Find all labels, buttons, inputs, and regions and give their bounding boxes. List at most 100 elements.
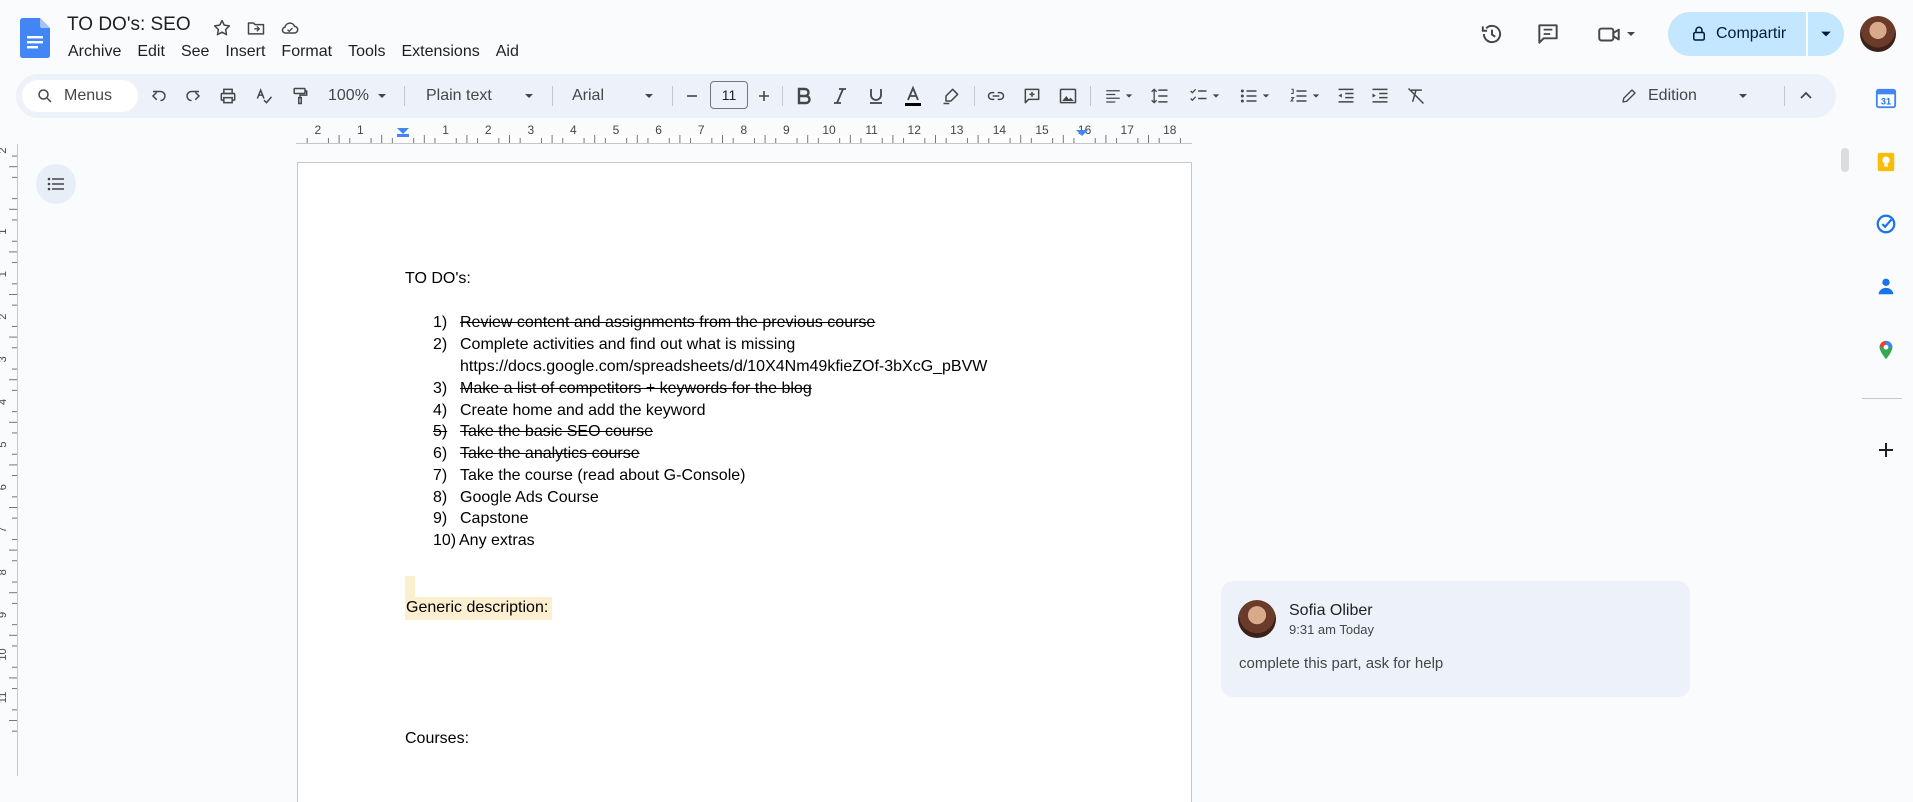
cloud-status-icon[interactable] bbox=[278, 16, 302, 40]
add-comment-button[interactable] bbox=[1018, 80, 1046, 112]
vruler-number: 1 bbox=[0, 228, 9, 234]
menu-insert[interactable]: Insert bbox=[217, 42, 273, 62]
vruler-number: 2 bbox=[0, 314, 9, 320]
calendar-app-button[interactable]: 31 bbox=[1870, 82, 1902, 114]
menu-extensions[interactable]: Extensions bbox=[393, 42, 487, 62]
underline-button[interactable] bbox=[862, 80, 890, 112]
docs-logo-icon[interactable] bbox=[20, 18, 50, 58]
italic-button[interactable] bbox=[826, 80, 854, 112]
decrease-indent-button[interactable] bbox=[1332, 80, 1360, 112]
maps-app-button[interactable] bbox=[1870, 334, 1902, 366]
insert-image-button[interactable] bbox=[1054, 80, 1082, 112]
ruler-number: 10 bbox=[822, 124, 836, 137]
list-text: Make a list of competitors + keywords fo… bbox=[460, 380, 812, 397]
document-outline-button[interactable] bbox=[36, 164, 76, 204]
spellcheck-icon bbox=[256, 88, 273, 104]
tasks-app-button[interactable] bbox=[1870, 208, 1902, 240]
vertical-scrollbar-thumb[interactable] bbox=[1841, 148, 1849, 172]
account-avatar[interactable] bbox=[1860, 16, 1896, 52]
list-text: Review content and assignments from the … bbox=[460, 314, 876, 331]
numbered-list-button[interactable] bbox=[1282, 80, 1326, 112]
list-text: Create home and add the keyword bbox=[460, 402, 706, 419]
paint-format-button[interactable] bbox=[286, 80, 314, 112]
keep-app-button[interactable] bbox=[1870, 146, 1902, 178]
print-button[interactable] bbox=[214, 80, 242, 112]
paragraph-style-value: Plain text bbox=[426, 87, 492, 104]
menu-tools[interactable]: Tools bbox=[340, 42, 393, 62]
ruler-number: 9 bbox=[783, 124, 790, 137]
list-number: 7) bbox=[433, 467, 448, 484]
open-comments-button[interactable] bbox=[1532, 14, 1564, 54]
underline-icon bbox=[870, 89, 882, 104]
list-text: Any extras bbox=[459, 532, 535, 549]
vruler-number: 4 bbox=[0, 399, 9, 405]
undo-button[interactable] bbox=[146, 80, 172, 112]
doc-heading[interactable]: TO DO's: bbox=[405, 270, 471, 288]
get-addons-button[interactable] bbox=[1870, 434, 1902, 466]
chevron-down-icon bbox=[377, 94, 386, 98]
comment-author: Sofia Oliber bbox=[1289, 602, 1373, 619]
clear-formatting-button[interactable] bbox=[1402, 80, 1430, 112]
menu-archive[interactable]: Archive bbox=[60, 42, 129, 62]
chevron-down-icon bbox=[1739, 94, 1747, 98]
vertical-ruler[interactable]: 211234567891011 bbox=[0, 144, 18, 776]
increase-font-size-button[interactable] bbox=[752, 80, 776, 112]
bold-button[interactable] bbox=[790, 80, 818, 112]
bulleted-list-button[interactable] bbox=[1232, 80, 1276, 112]
line-spacing-button[interactable] bbox=[1146, 80, 1174, 112]
checklist-icon bbox=[1189, 88, 1206, 102]
decrease-font-size-button[interactable] bbox=[680, 80, 704, 112]
menu-see[interactable]: See bbox=[173, 42, 217, 62]
horizontal-ruler[interactable]: 21123456789101112131415161718 bbox=[296, 124, 1192, 144]
paragraph-style-select[interactable]: Plain text bbox=[414, 80, 544, 112]
menu-format[interactable]: Format bbox=[273, 42, 340, 62]
search-menus-input[interactable]: Menus bbox=[22, 80, 138, 112]
increase-indent-button[interactable] bbox=[1366, 80, 1394, 112]
vruler-number: 10 bbox=[0, 648, 9, 660]
comment-card[interactable] bbox=[1221, 581, 1690, 697]
ruler-number: 5 bbox=[613, 124, 620, 137]
star-icon[interactable] bbox=[210, 16, 234, 40]
bold-icon bbox=[797, 87, 811, 105]
zoom-value: 100% bbox=[328, 87, 369, 104]
ruler-number: 14 bbox=[993, 124, 1007, 137]
paint-roller-icon bbox=[293, 87, 308, 105]
text-color-button[interactable] bbox=[898, 80, 928, 112]
version-history-button[interactable] bbox=[1476, 14, 1508, 54]
vruler-number: 2 bbox=[0, 148, 9, 154]
generic-description-text[interactable]: Generic description: bbox=[405, 597, 553, 620]
insert-link-button[interactable] bbox=[982, 80, 1010, 112]
move-folder-icon[interactable] bbox=[244, 16, 268, 40]
editing-mode-value: Edition bbox=[1648, 87, 1697, 104]
highlight-color-button[interactable] bbox=[936, 80, 966, 112]
editing-mode-select[interactable]: Edition bbox=[1610, 80, 1758, 112]
list-text: Complete activities and find out what is… bbox=[460, 336, 796, 353]
font-select[interactable]: Arial bbox=[562, 80, 664, 112]
chevron-down-icon bbox=[1627, 32, 1635, 36]
contacts-app-button[interactable] bbox=[1870, 270, 1902, 302]
image-icon bbox=[1059, 88, 1077, 104]
redo-button[interactable] bbox=[180, 80, 206, 112]
document-title[interactable]: TO DO's: SEO bbox=[67, 14, 191, 36]
vruler-number: 5 bbox=[0, 441, 9, 447]
spellcheck-button[interactable] bbox=[250, 80, 278, 112]
plus-icon bbox=[759, 91, 769, 101]
meet-button[interactable] bbox=[1592, 14, 1640, 54]
spreadsheet-url-text[interactable]: https://docs.google.com/spreadsheets/d/1… bbox=[460, 358, 987, 376]
zoom-select[interactable]: 100% bbox=[322, 80, 396, 112]
font-size-input[interactable]: 11 bbox=[710, 81, 748, 109]
align-left-icon bbox=[1105, 90, 1120, 103]
share-button[interactable]: Compartir bbox=[1668, 12, 1806, 56]
checklist-button[interactable] bbox=[1182, 80, 1226, 112]
courses-heading[interactable]: Courses: bbox=[405, 730, 469, 748]
share-dropdown-button[interactable] bbox=[1808, 12, 1844, 56]
maps-pin-icon bbox=[1879, 340, 1893, 360]
menu-edit[interactable]: Edit bbox=[129, 42, 173, 62]
align-button[interactable] bbox=[1098, 80, 1138, 112]
hide-menus-button[interactable] bbox=[1792, 80, 1820, 112]
menu-aid[interactable]: Aid bbox=[488, 42, 527, 62]
highlighted-empty-line[interactable] bbox=[405, 576, 415, 597]
vruler-number: 11 bbox=[0, 692, 9, 703]
bulleted-list-icon bbox=[1240, 89, 1256, 103]
chevron-up-icon bbox=[1800, 91, 1812, 99]
